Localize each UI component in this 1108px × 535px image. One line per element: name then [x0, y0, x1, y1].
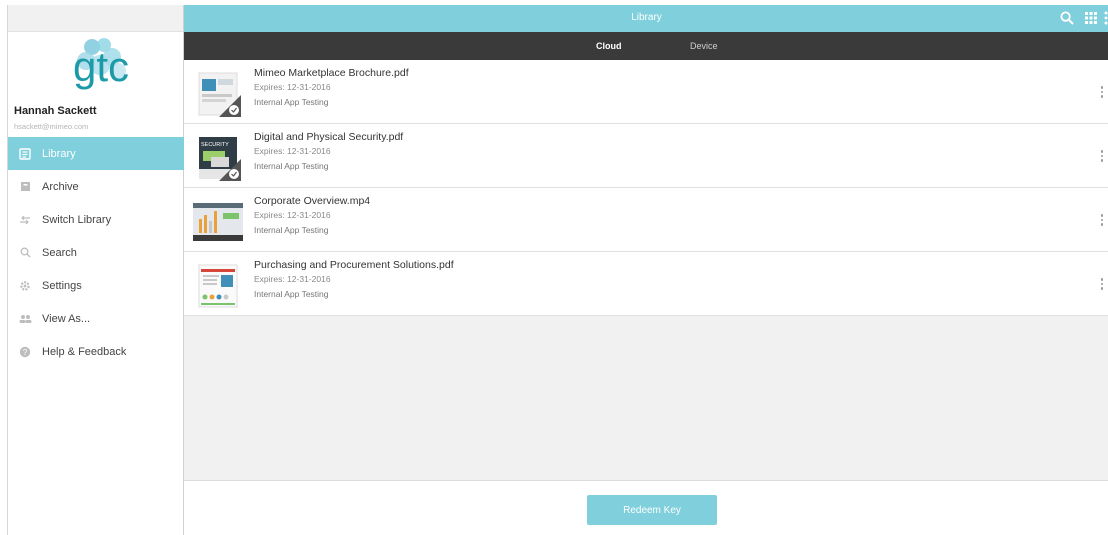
user-email: hsackett@mimeo.com: [14, 122, 89, 131]
tab-device[interactable]: Device: [690, 41, 718, 51]
sidebar-item-label: Archive: [42, 180, 79, 193]
help-icon: ?: [18, 345, 32, 359]
document-thumbnail: SECURITY: [195, 135, 241, 181]
sidebar-item-label: Help & Feedback: [42, 345, 127, 358]
footer-bar: Redeem Key: [184, 480, 1108, 535]
document-expiry: Expires: 12-31-2016: [254, 274, 331, 284]
logo-text: gtc: [73, 43, 129, 90]
document-list: Mimeo Marketplace Brochure.pdf Expires: …: [184, 60, 1108, 316]
document-group: Internal App Testing: [254, 161, 329, 171]
sidebar-item-label: Library: [42, 147, 76, 160]
more-options-icon[interactable]: [1097, 212, 1107, 230]
document-name: Purchasing and Procurement Solutions.pdf: [254, 259, 454, 271]
sidebar-item-label: Search: [42, 246, 77, 259]
sidebar-item-search[interactable]: Search: [8, 236, 184, 269]
page-title: Library: [631, 12, 662, 23]
svg-text:?: ?: [23, 348, 28, 357]
main-content: Library Cloud Device Mimeo Marketplace B…: [184, 5, 1108, 535]
gear-icon: [18, 279, 32, 293]
sidebar-item-label: View As...: [42, 312, 91, 325]
app-bar-actions: [1053, 9, 1108, 27]
navigation-drawer: gtc Hannah Sackett hsackett@mimeo.com Li…: [8, 5, 184, 535]
library-icon: [18, 147, 32, 161]
document-expiry: Expires: 12-31-2016: [254, 82, 331, 92]
app-bar: Library: [184, 5, 1108, 32]
video-thumbnail: [193, 199, 243, 245]
document-name: Mimeo Marketplace Brochure.pdf: [254, 67, 409, 79]
sidebar-item-settings[interactable]: Settings: [8, 269, 184, 302]
user-name: Hannah Sackett: [14, 105, 97, 117]
sidebar-item-switch-library[interactable]: Switch Library: [8, 203, 184, 236]
source-tabs: Cloud Device: [184, 32, 1108, 60]
redeem-key-button[interactable]: Redeem Key: [587, 495, 717, 525]
switch-icon: [18, 213, 32, 227]
document-row[interactable]: SECURITY Digital and Physical Security.p…: [184, 124, 1108, 188]
document-expiry: Expires: 12-31-2016: [254, 210, 331, 220]
document-name: Digital and Physical Security.pdf: [254, 131, 404, 143]
document-row[interactable]: Corporate Overview.mp4 Expires: 12-31-20…: [184, 188, 1108, 252]
sidebar-item-label: Settings: [42, 279, 82, 292]
document-name: Corporate Overview.mp4: [254, 195, 371, 207]
sidebar-item-library[interactable]: Library: [8, 137, 184, 170]
document-group: Internal App Testing: [254, 97, 329, 107]
gtc-logo: gtc: [58, 37, 144, 97]
search-icon: [18, 246, 32, 260]
document-thumbnail: [195, 71, 241, 117]
more-options-icon[interactable]: [1097, 276, 1107, 294]
more-options-icon[interactable]: [1097, 148, 1107, 166]
people-icon: [18, 312, 32, 326]
archive-icon: [18, 180, 32, 194]
document-group: Internal App Testing: [254, 289, 329, 299]
more-options-icon[interactable]: [1097, 84, 1107, 102]
document-expiry: Expires: 12-31-2016: [254, 146, 331, 156]
document-group: Internal App Testing: [254, 225, 329, 235]
sidebar-item-label: Switch Library: [42, 213, 112, 226]
document-row[interactable]: Purchasing and Procurement Solutions.pdf…: [184, 252, 1108, 316]
sidebar-item-view-as[interactable]: View As...: [8, 302, 184, 335]
thumbnail-text: SECURITY: [201, 142, 229, 148]
app-window: gtc Hannah Sackett hsackett@mimeo.com Li…: [7, 5, 1108, 535]
overflow-menu-icon[interactable]: [1103, 9, 1108, 27]
document-thumbnail: [195, 263, 241, 309]
sidebar-item-archive[interactable]: Archive: [8, 170, 184, 203]
apps-grid-icon[interactable]: [1081, 9, 1101, 27]
drawer-top-strip: [8, 5, 183, 32]
search-icon[interactable]: [1057, 9, 1077, 27]
sidebar-item-help[interactable]: ? Help & Feedback: [8, 335, 184, 368]
document-row[interactable]: Mimeo Marketplace Brochure.pdf Expires: …: [184, 60, 1108, 124]
sidebar-nav: Library Archive Switch Library Search Se…: [8, 137, 184, 368]
tab-cloud[interactable]: Cloud: [596, 41, 622, 51]
